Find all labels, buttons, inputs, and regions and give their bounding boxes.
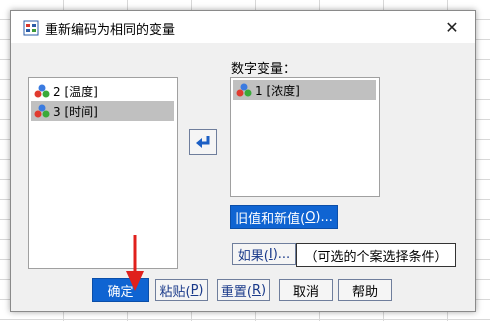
list-item[interactable]: 2 [温度] [31, 81, 174, 101]
close-button[interactable]: ✕ [429, 11, 475, 43]
reset-button[interactable]: 重置(R) [217, 279, 270, 301]
source-variable-list[interactable]: 2 [温度] 3 [时间] [28, 77, 178, 269]
list-item[interactable]: 1 [浓度] [233, 80, 376, 100]
paste-button[interactable]: 粘贴(P) [155, 279, 208, 301]
window-title: 重新编码为相同的变量 [45, 23, 176, 38]
close-icon: ✕ [445, 17, 459, 37]
case-selection-condition: （可选的个案选择条件） [296, 243, 456, 267]
move-variable-button[interactable] [189, 129, 217, 155]
numeric-variables-label: 数字变量： [231, 62, 297, 77]
variable-scale-icon [34, 84, 50, 98]
annotation-arrow-icon [126, 235, 144, 291]
help-button[interactable]: 帮助 [338, 279, 392, 301]
variable-scale-icon [236, 83, 252, 97]
numeric-variable-list[interactable]: 1 [浓度] [230, 77, 380, 197]
arrow-right-icon [196, 136, 210, 148]
list-item[interactable]: 3 [时间] [31, 101, 174, 121]
list-item-label: 1 [浓度] [255, 83, 300, 98]
list-item-label: 2 [温度] [53, 84, 98, 99]
old-new-values-button[interactable]: 旧值和新值(O)... [230, 205, 338, 229]
if-button[interactable]: 如果(I)... [232, 243, 296, 265]
recode-dialog: 重新编码为相同的变量 ✕ 2 [温度] 3 [时间] 数字变量： 1 [浓度] … [10, 10, 476, 312]
list-item-label: 3 [时间] [53, 104, 98, 119]
title-bar: 重新编码为相同的变量 ✕ [11, 11, 475, 43]
app-icon [23, 20, 39, 36]
variable-scale-icon [34, 104, 50, 118]
cancel-button[interactable]: 取消 [279, 279, 333, 301]
